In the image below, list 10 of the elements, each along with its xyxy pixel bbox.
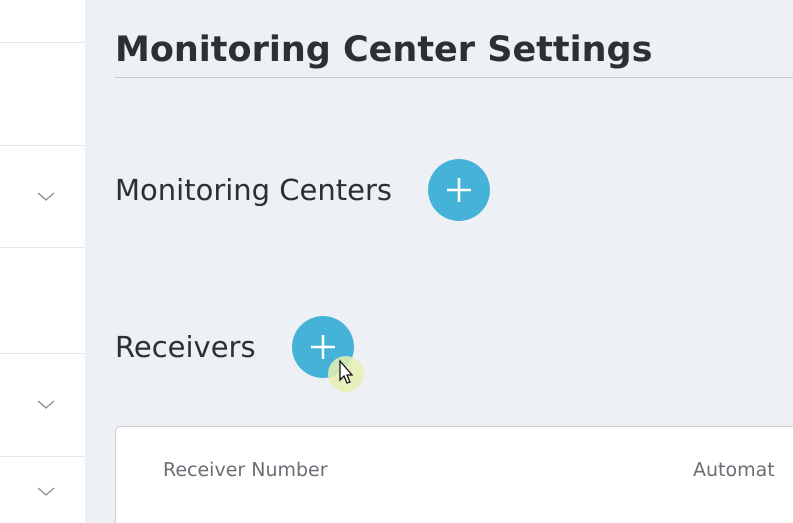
- chevron-down-icon[interactable]: [37, 400, 55, 410]
- section-heading: Monitoring Centers: [115, 173, 392, 207]
- column-header: Automat: [693, 459, 775, 483]
- page-title: Monitoring Center Settings: [115, 29, 654, 72]
- section-heading: Receivers: [115, 330, 256, 364]
- chevron-down-icon[interactable]: [37, 486, 55, 496]
- plus-icon: [308, 333, 337, 361]
- chevron-down-icon[interactable]: [37, 192, 55, 202]
- plus-icon: [445, 176, 474, 204]
- column-header: Receiver Number: [163, 459, 329, 483]
